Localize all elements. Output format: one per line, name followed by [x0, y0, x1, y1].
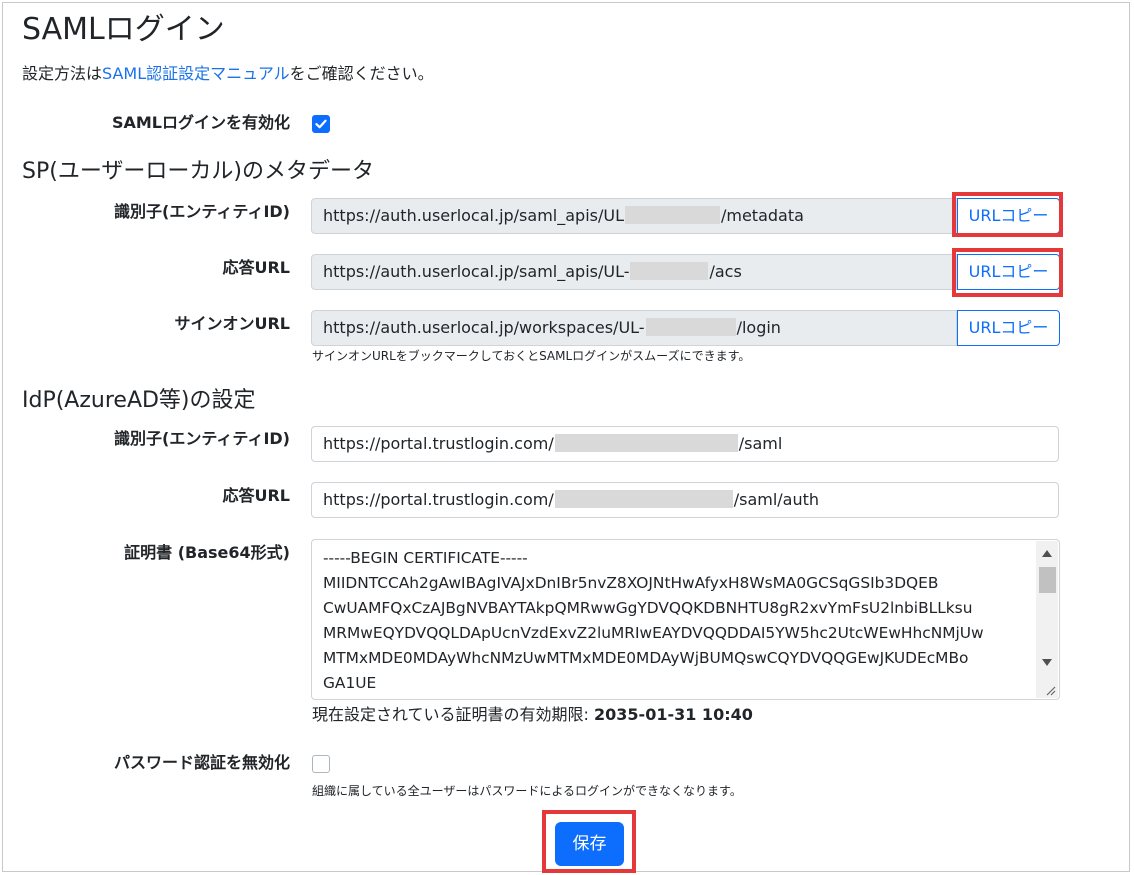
- validity-value: 2035-01-31 10:40: [594, 705, 753, 724]
- idp-section-title: IdP(AzureAD等)の設定: [22, 388, 256, 413]
- idp-entity-id-prefix: https://portal.trustlogin.com/: [323, 434, 554, 453]
- scroll-thumb[interactable]: [1039, 567, 1056, 593]
- idp-entity-id-input[interactable]: https://portal.trustlogin.com/ /saml: [311, 426, 1059, 462]
- sp-acs-url-field[interactable]: https://auth.userlocal.jp/saml_apis/UL- /…: [311, 254, 957, 290]
- saml-manual-link[interactable]: SAML認証設定マニュアル: [102, 64, 290, 83]
- sp-entity-id-field[interactable]: https://auth.userlocal.jp/saml_apis/UL/m…: [311, 198, 957, 234]
- disable-password-checkbox[interactable]: [312, 755, 330, 773]
- signon-help-text: サインオンURLをブックマークしておくとSAMLログインがスムーズにできます。: [312, 349, 751, 363]
- validity-label: 現在設定されている証明書の有効期限:: [312, 705, 589, 724]
- disable-password-help: 組織に属している全ユーザーはパスワードによるログインができなくなります。: [312, 784, 742, 798]
- sp-entity-id-prefix: https://auth.userlocal.jp/saml_apis/UL: [323, 206, 624, 225]
- sp-signon-url-label: サインオンURL: [174, 314, 290, 333]
- setup-note: 設定方法はSAML認証設定マニュアルをご確認ください。: [22, 62, 434, 86]
- certificate-text: -----BEGIN CERTIFICATE----- MIIDNTCCAh2g…: [323, 549, 984, 692]
- enable-saml-label: SAMLログインを有効化: [111, 113, 290, 132]
- setup-note-prefix: 設定方法は: [22, 64, 103, 83]
- redacted-segment: [554, 433, 738, 452]
- sp-entity-id-suffix: /metadata: [720, 206, 804, 225]
- redacted-segment: [624, 205, 720, 224]
- sp-acs-url-suffix: /acs: [709, 262, 742, 281]
- textarea-scrollbar[interactable]: [1036, 541, 1058, 698]
- certificate-textarea[interactable]: -----BEGIN CERTIFICATE----- MIIDNTCCAh2g…: [311, 539, 1060, 700]
- redacted-segment: [554, 489, 733, 508]
- highlight-box: [952, 192, 1063, 237]
- idp-reply-url-label: 応答URL: [222, 486, 290, 505]
- certificate-validity: 現在設定されている証明書の有効期限: 2035-01-31 10:40: [312, 704, 753, 726]
- sp-signon-url-field[interactable]: https://auth.userlocal.jp/workspaces/UL-…: [311, 310, 957, 346]
- redacted-segment: [630, 261, 709, 280]
- sp-acs-url-label: 応答URL: [222, 258, 290, 277]
- idp-reply-url-prefix: https://portal.trustlogin.com/: [323, 490, 554, 509]
- scroll-up-arrow-icon[interactable]: [1042, 550, 1052, 557]
- sp-acs-url-prefix: https://auth.userlocal.jp/saml_apis/UL-: [323, 262, 630, 281]
- sp-signon-url-suffix: /login: [736, 318, 781, 337]
- idp-entity-id-suffix: /saml: [738, 434, 783, 453]
- sp-signon-url-copy-button[interactable]: URLコピー: [957, 310, 1060, 346]
- highlight-box: [542, 810, 636, 873]
- page-title: SAMLログイン: [22, 12, 225, 47]
- sp-signon-url-prefix: https://auth.userlocal.jp/workspaces/UL-: [323, 318, 645, 337]
- idp-entity-id-label: 識別子(エンティティID): [114, 429, 290, 448]
- sp-entity-id-label: 識別子(エンティティID): [114, 202, 290, 221]
- check-icon: [315, 119, 327, 129]
- highlight-box: [952, 248, 1063, 297]
- setup-note-suffix: をご確認ください。: [289, 64, 434, 83]
- idp-reply-url-suffix: /saml/auth: [733, 490, 820, 509]
- redacted-segment: [645, 317, 736, 336]
- idp-reply-url-input[interactable]: https://portal.trustlogin.com/ /saml/auth: [311, 482, 1059, 518]
- scroll-down-arrow-icon[interactable]: [1042, 659, 1052, 666]
- disable-password-label: パスワード認証を無効化: [113, 753, 290, 772]
- resize-handle-icon[interactable]: [1044, 684, 1056, 696]
- enable-saml-checkbox[interactable]: [312, 115, 330, 133]
- certificate-label: 証明書 (Base64形式): [124, 543, 290, 562]
- sp-section-title: SP(ユーザーローカル)のメタデータ: [22, 159, 374, 184]
